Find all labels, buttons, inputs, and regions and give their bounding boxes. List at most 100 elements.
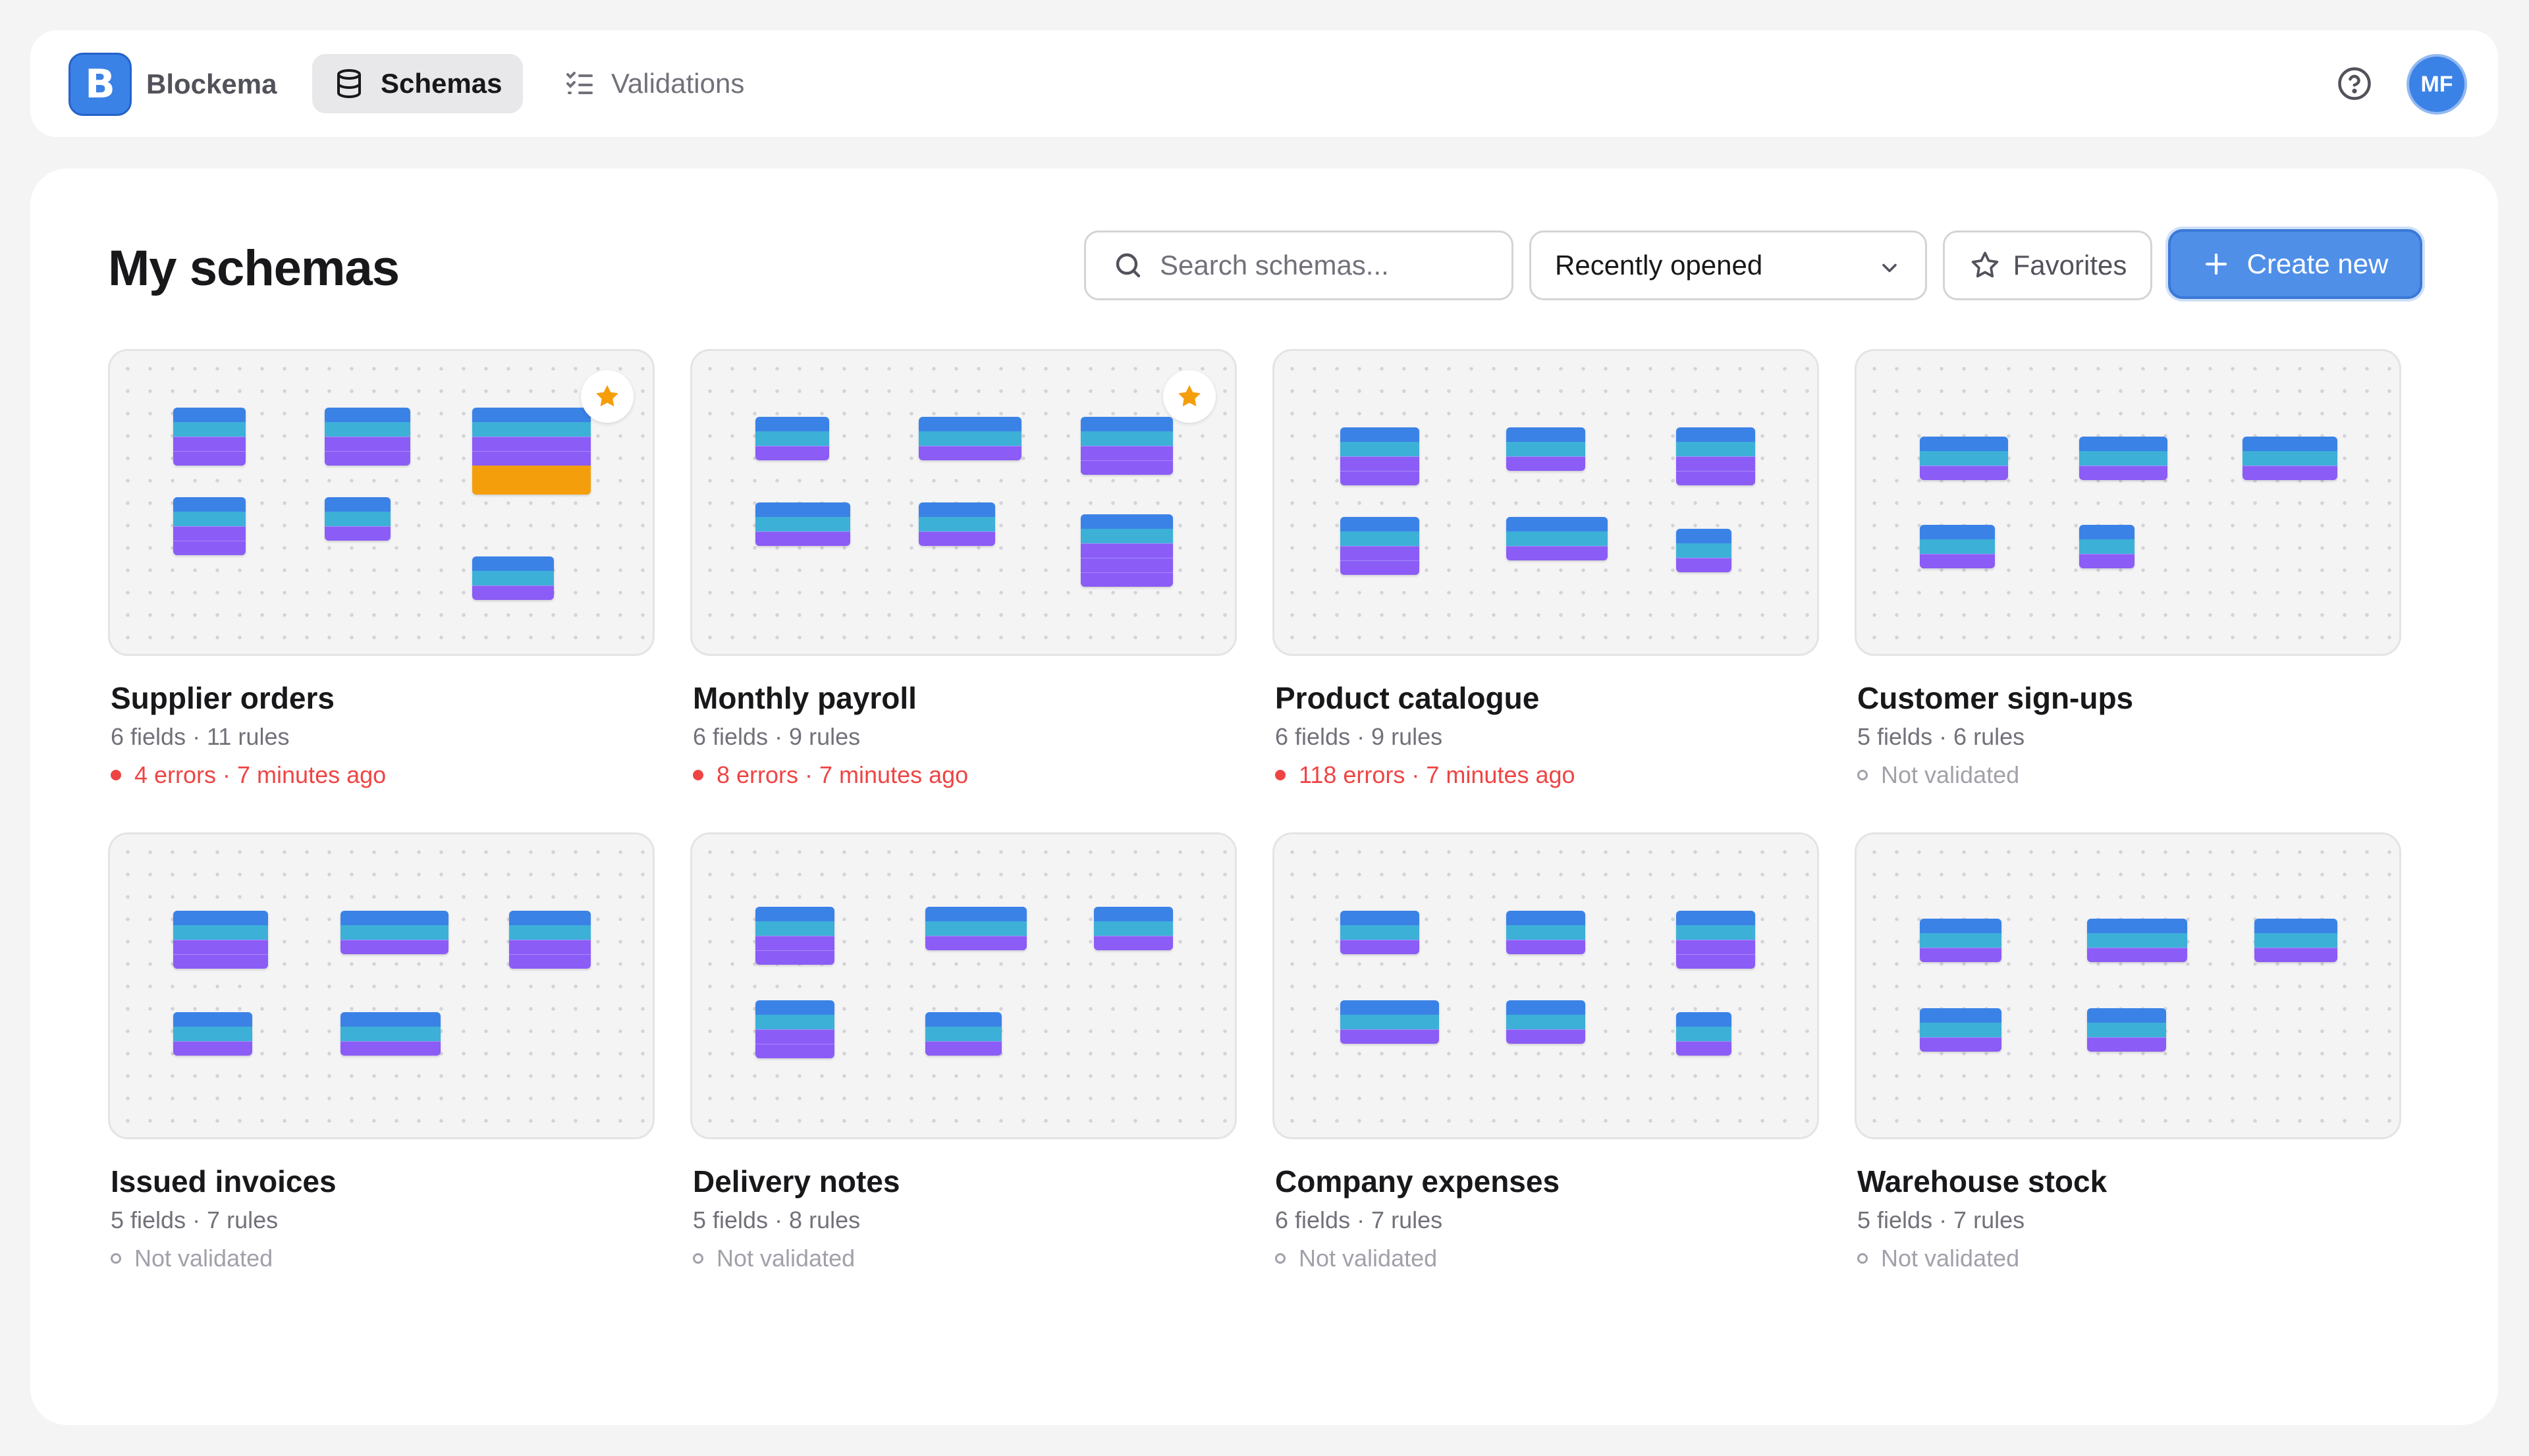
status-dot bbox=[1857, 1253, 1868, 1264]
preview-block bbox=[919, 417, 1021, 460]
schema-name[interactable]: Company expenses bbox=[1275, 1162, 1560, 1201]
preview-block bbox=[2243, 437, 2337, 480]
schema-status-text: Not validated bbox=[134, 1245, 273, 1272]
schema-card[interactable]: Warehouse stock 5 fields · 7 rules Not v… bbox=[1855, 832, 2401, 1293]
schema-meta: 5 fields · 8 rules bbox=[693, 1206, 861, 1233]
status-dot bbox=[1857, 770, 1868, 780]
create-new-label: Create new bbox=[2246, 248, 2389, 279]
help-icon[interactable] bbox=[2337, 66, 2372, 101]
schema-card[interactable]: Issued invoices 5 fields · 7 rules Not v… bbox=[108, 832, 655, 1293]
schema-preview[interactable] bbox=[108, 349, 655, 656]
schema-name[interactable]: Product catalogue bbox=[1275, 678, 1539, 718]
star-filled-icon bbox=[596, 385, 618, 407]
sort-select[interactable]: Recently opened bbox=[1529, 230, 1927, 300]
schema-preview[interactable] bbox=[690, 349, 1237, 656]
schema-preview[interactable] bbox=[1855, 832, 2401, 1139]
preview-block bbox=[1094, 907, 1173, 950]
schema-status-text: Not validated bbox=[1881, 1245, 2020, 1272]
schema-status-text: Not validated bbox=[1299, 1245, 1438, 1272]
nav-tab-validations[interactable]: Validations bbox=[543, 54, 765, 113]
schema-preview[interactable] bbox=[1272, 832, 1819, 1139]
preview-block bbox=[1676, 1012, 1731, 1056]
schema-preview[interactable] bbox=[1855, 349, 2401, 656]
preview-block bbox=[1340, 911, 1419, 954]
status-dot bbox=[693, 770, 703, 780]
schema-status-text: 4 errors · 7 minutes ago bbox=[134, 761, 387, 788]
schema-name[interactable]: Customer sign-ups bbox=[1857, 678, 2133, 718]
preview-block bbox=[325, 497, 391, 541]
schema-meta: 6 fields · 11 rules bbox=[111, 723, 290, 750]
create-new-button[interactable]: Create new bbox=[2168, 229, 2422, 299]
preview-block bbox=[2087, 919, 2187, 962]
preview-block bbox=[472, 408, 591, 495]
schema-meta: 5 fields · 7 rules bbox=[111, 1206, 279, 1233]
top-bar: B Blockema Schemas Validations MF bbox=[30, 30, 2498, 137]
nav-tab-label: Validations bbox=[611, 68, 745, 99]
preview-block bbox=[925, 907, 1027, 950]
schema-meta: 5 fields · 7 rules bbox=[1857, 1206, 2025, 1233]
plus-icon bbox=[2205, 253, 2227, 275]
schema-name[interactable]: Warehouse stock bbox=[1857, 1162, 2107, 1201]
preview-block bbox=[1920, 525, 1995, 568]
preview-block bbox=[925, 1012, 1002, 1056]
preview-block bbox=[173, 497, 246, 555]
page-title: My schemas bbox=[108, 240, 400, 296]
schema-card[interactable]: Customer sign-ups 5 fields · 6 rules Not… bbox=[1855, 349, 2401, 810]
preview-block bbox=[755, 1000, 834, 1058]
favorite-toggle[interactable] bbox=[1163, 370, 1216, 423]
preview-block bbox=[1676, 427, 1755, 485]
preview-block bbox=[1506, 427, 1585, 471]
favorites-button[interactable]: Favorites bbox=[1943, 230, 2152, 300]
preview-block bbox=[2079, 437, 2167, 480]
preview-block bbox=[919, 502, 995, 546]
preview-block bbox=[1920, 437, 2008, 480]
schema-meta: 6 fields · 9 rules bbox=[693, 723, 861, 750]
schema-status: Not validated bbox=[693, 1243, 855, 1274]
sort-selected-value: Recently opened bbox=[1555, 250, 1763, 281]
favorite-toggle[interactable] bbox=[581, 370, 634, 423]
schema-preview[interactable] bbox=[690, 832, 1237, 1139]
database-icon bbox=[337, 69, 361, 99]
preview-block bbox=[2254, 919, 2337, 962]
schema-preview[interactable] bbox=[1272, 349, 1819, 656]
preview-block bbox=[755, 502, 850, 546]
schema-card[interactable]: Monthly payroll 6 fields · 9 rules 8 err… bbox=[690, 349, 1237, 810]
schema-status: 118 errors · 7 minutes ago bbox=[1275, 759, 1575, 791]
status-dot bbox=[693, 1253, 703, 1264]
preview-block bbox=[1340, 517, 1419, 575]
search-box[interactable] bbox=[1084, 230, 1513, 300]
schema-name[interactable]: Delivery notes bbox=[693, 1162, 900, 1201]
nav-tab-schemas[interactable]: Schemas bbox=[312, 54, 524, 113]
schema-preview[interactable] bbox=[108, 832, 655, 1139]
schema-status-text: 118 errors · 7 minutes ago bbox=[1299, 761, 1575, 788]
preview-block bbox=[340, 1012, 441, 1056]
schema-status: 4 errors · 7 minutes ago bbox=[111, 759, 386, 791]
favorites-label: Favorites bbox=[2013, 250, 2127, 281]
checklist-icon bbox=[566, 72, 593, 94]
star-outline-icon bbox=[1971, 252, 1998, 278]
preview-block bbox=[1081, 417, 1173, 475]
nav-tab-label: Schemas bbox=[381, 68, 503, 99]
schema-card[interactable]: Supplier orders 6 fields · 11 rules 4 er… bbox=[108, 349, 655, 810]
avatar[interactable]: MF bbox=[2407, 54, 2467, 115]
schema-card[interactable]: Company expenses 6 fields · 7 rules Not … bbox=[1272, 832, 1819, 1293]
schema-name[interactable]: Monthly payroll bbox=[693, 678, 917, 718]
preview-block bbox=[755, 907, 834, 965]
preview-block bbox=[173, 408, 246, 466]
preview-block bbox=[1340, 1000, 1439, 1044]
status-dot bbox=[1275, 770, 1286, 780]
preview-block bbox=[173, 1012, 252, 1056]
logo-icon[interactable]: B bbox=[68, 53, 132, 116]
schema-name[interactable]: Supplier orders bbox=[111, 678, 335, 718]
chevron-down-icon bbox=[1882, 263, 1897, 273]
schema-meta: 6 fields · 9 rules bbox=[1275, 723, 1443, 750]
schema-card[interactable]: Product catalogue 6 fields · 9 rules 118… bbox=[1272, 349, 1819, 810]
schema-status: 8 errors · 7 minutes ago bbox=[693, 759, 968, 791]
brand-name[interactable]: Blockema bbox=[146, 65, 277, 104]
preview-block bbox=[1676, 529, 1731, 572]
preview-block bbox=[173, 911, 268, 969]
preview-block bbox=[325, 408, 410, 466]
search-input[interactable] bbox=[1160, 250, 1502, 281]
schema-name[interactable]: Issued invoices bbox=[111, 1162, 337, 1201]
schema-card[interactable]: Delivery notes 5 fields · 8 rules Not va… bbox=[690, 832, 1237, 1293]
